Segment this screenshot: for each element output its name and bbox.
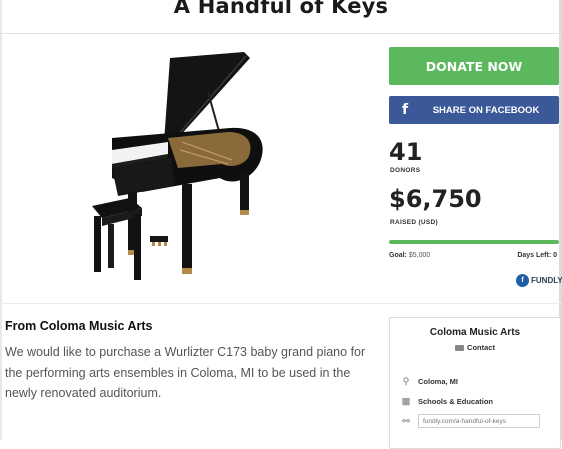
organizer-name[interactable]: Coloma Music Arts [390, 327, 560, 338]
days-left-label: Days Left: 0 [517, 252, 557, 259]
envelope-icon [455, 344, 465, 351]
category-text[interactable]: Schools & Education [418, 397, 493, 406]
piano-image [92, 52, 263, 280]
school-icon: ▦ [401, 396, 411, 406]
facebook-icon: f [401, 102, 409, 118]
funding-progress-bar [389, 240, 559, 244]
days-left: Days Left: 0 [517, 252, 557, 259]
organizer-card: Coloma Music Arts Contact ⚲ Coloma, MI ▦… [389, 317, 561, 449]
contact-label: Contact [467, 343, 495, 352]
facebook-share-label: SHARE ON FACEBOOK [432, 104, 540, 116]
goal-label: Goal: [389, 252, 407, 259]
organizer-heading: From Coloma Music Arts [5, 319, 153, 333]
raised-label: RAISED (USD) [390, 219, 439, 226]
url-row: ⚯ [400, 414, 540, 428]
funding-progress-fill [389, 240, 559, 244]
campaign-url-field[interactable] [418, 414, 540, 428]
campaign-description: We would like to purchase a Wurlizter C1… [5, 345, 366, 400]
map-pin-icon: ⚲ [402, 376, 410, 386]
goal-info: Goal: $5,000 [389, 252, 430, 259]
goal-value: $5,000 [408, 252, 431, 259]
donors-count: 41 [389, 138, 423, 166]
fundly-wordmark: FUNDLY [531, 275, 562, 285]
left-border [0, 0, 2, 440]
donors-label: DONORS [390, 167, 421, 174]
location-text: Coloma, MI [418, 377, 459, 386]
raised-amount: $6,750 [389, 185, 482, 213]
fundly-brand[interactable]: f FUNDLY [516, 273, 562, 287]
header-divider [0, 33, 562, 34]
link-icon: ⚯ [402, 415, 410, 426]
fundly-logo: f [516, 273, 529, 287]
location-row: ⚲ Coloma, MI [400, 376, 458, 387]
share-on-facebook-button[interactable]: f SHARE ON FACEBOOK [389, 96, 559, 124]
donate-now-button[interactable]: DONATE NOW [389, 47, 559, 85]
section-divider [0, 303, 562, 304]
campaign-title: A Handful of Keys [173, 0, 389, 18]
category-row: ▦ Schools & Education [400, 396, 493, 407]
contact-link[interactable]: Contact [390, 343, 560, 352]
